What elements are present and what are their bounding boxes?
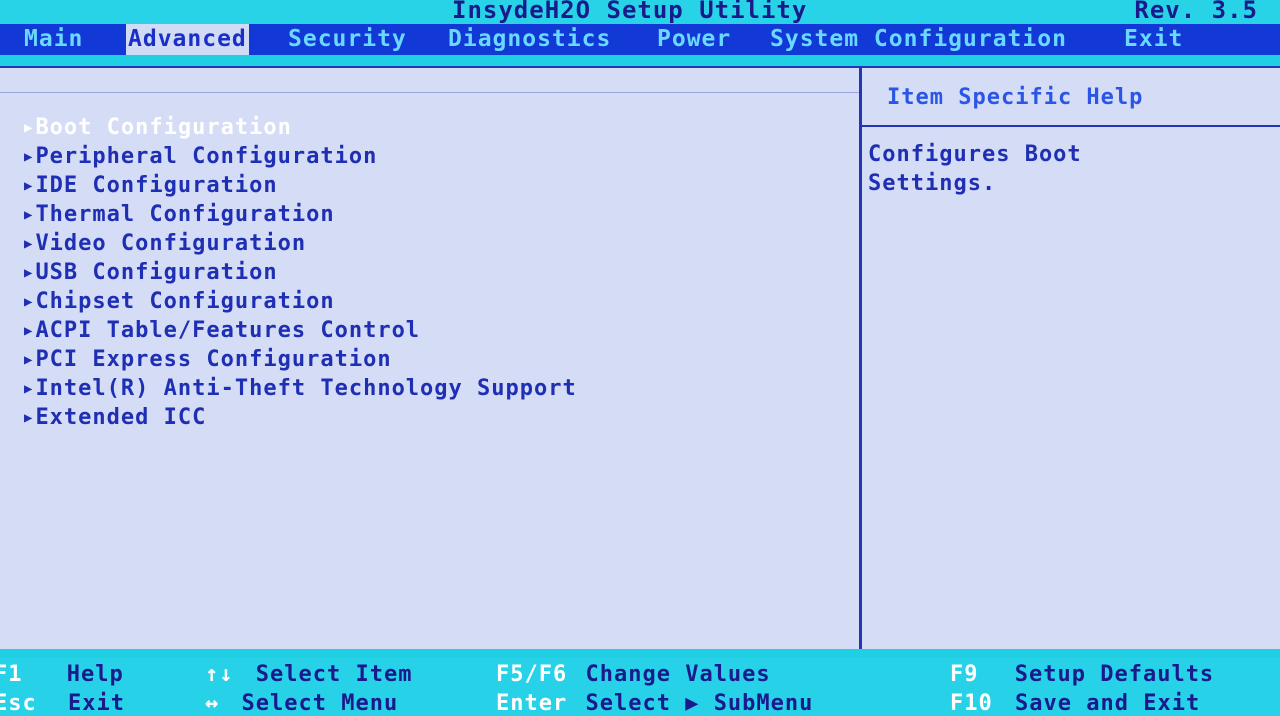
menu-item-chipset-configuration[interactable]: ▶Chipset Configuration <box>24 287 577 316</box>
menu-item-label: ACPI Table/Features Control <box>35 318 421 343</box>
submenu-arrow-icon: ▶ <box>24 323 34 339</box>
submenu-arrow-icon: ▶ <box>24 265 34 281</box>
menu-item-label: USB Configuration <box>35 260 278 285</box>
key-esc: Esc <box>0 691 37 716</box>
menu-item-label: Boot Configuration <box>35 115 292 140</box>
submenu-arrow-icon: ▶ <box>24 352 34 368</box>
hint-save-exit: F10 Save and Exit <box>950 691 1200 716</box>
menu-item-label: PCI Express Configuration <box>35 347 392 372</box>
key-f9: F9 <box>950 662 979 687</box>
submenu-arrow-icon: ▶ <box>24 120 34 136</box>
menu-item-usb-configuration[interactable]: ▶USB Configuration <box>24 258 577 287</box>
help-title: Item Specific Help <box>887 85 1144 110</box>
submenu-arrow-icon: ▶ <box>24 236 34 252</box>
menu-item-boot-configuration[interactable]: ▶Boot Configuration <box>24 113 577 142</box>
submenu-arrow-icon: ▶ <box>24 410 34 426</box>
hint-select-submenu-desc: Select ▶ SubMenu <box>585 691 814 716</box>
submenu-arrow-icon: ▶ <box>24 294 34 310</box>
updown-arrows-icon: ↑↓ <box>205 662 234 687</box>
hint-change-values-desc: Change Values <box>585 662 771 687</box>
leftright-arrows-icon: ↔ <box>205 691 220 716</box>
hint-setup-defaults-desc: Setup Defaults <box>1014 662 1215 687</box>
menu-item-video-configuration[interactable]: ▶Video Configuration <box>24 229 577 258</box>
menu-item-label: Extended ICC <box>35 405 207 430</box>
tab-advanced[interactable]: Advanced <box>126 24 249 55</box>
submenu-arrow-icon: ▶ <box>24 207 34 223</box>
tab-exit[interactable]: Exit <box>1122 24 1185 55</box>
menu-item-ide-configuration[interactable]: ▶IDE Configuration <box>24 171 577 200</box>
help-text-line: Configures Boot <box>868 142 1082 167</box>
hint-esc-desc: Exit <box>68 691 125 716</box>
hint-setup-defaults: F9 Setup Defaults <box>950 662 1214 687</box>
menu-item-pci-express-configuration[interactable]: ▶PCI Express Configuration <box>24 345 577 374</box>
hint-select-item: ↑↓ Select Item <box>205 662 412 687</box>
menu-item-label: Peripheral Configuration <box>35 144 378 169</box>
help-text-line: Settings. <box>868 171 997 196</box>
tab-main[interactable]: Main <box>22 24 85 55</box>
menu-item-label: Thermal Configuration <box>35 202 335 227</box>
menu-item-thermal-configuration[interactable]: ▶Thermal Configuration <box>24 200 577 229</box>
menu-item-extended-icc[interactable]: ▶Extended ICC <box>24 403 577 432</box>
menu-item-label: Intel(R) Anti-Theft Technology Support <box>35 376 577 401</box>
menu-item-intel-anti-theft[interactable]: ▶Intel(R) Anti-Theft Technology Support <box>24 374 577 403</box>
revision-label: Rev. 3.5 <box>1134 0 1258 24</box>
submenu-arrow-icon: ▶ <box>24 149 34 165</box>
submenu-arrow-icon: ▶ <box>24 381 34 397</box>
tab-system-configuration[interactable]: System Configuration <box>768 24 1069 55</box>
key-f5-f6: F5/F6 <box>496 662 568 687</box>
hint-esc: Esc Exit <box>0 691 125 716</box>
hint-select-submenu: Enter Select ▶ SubMenu <box>496 691 813 716</box>
left-panel-divider <box>0 92 860 93</box>
menu-item-label: Video Configuration <box>35 231 307 256</box>
status-bar: F1 Help Esc Exit ↑↓ Select Item ↔ Select… <box>0 658 1280 716</box>
hint-change-values: F5/F6 Change Values <box>496 662 771 687</box>
menu-item-label: IDE Configuration <box>35 173 278 198</box>
main-panel: ▶Boot Configuration ▶Peripheral Configur… <box>0 66 1280 649</box>
tab-power[interactable]: Power <box>655 24 733 55</box>
panel-divider <box>859 68 862 649</box>
tab-diagnostics[interactable]: Diagnostics <box>446 24 613 55</box>
menu-bar: Main Advanced Security Diagnostics Power… <box>0 24 1280 55</box>
advanced-menu-list: ▶Boot Configuration ▶Peripheral Configur… <box>24 113 577 432</box>
hint-save-exit-desc: Save and Exit <box>1015 691 1201 716</box>
menu-item-acpi-table-features-control[interactable]: ▶ACPI Table/Features Control <box>24 316 577 345</box>
hint-f1-desc: Help <box>66 662 124 687</box>
app-title: InsydeH2O Setup Utility <box>452 0 808 24</box>
hint-f1: F1 Help <box>0 662 124 687</box>
hint-select-menu-desc: Select Menu <box>241 691 399 716</box>
tab-security[interactable]: Security <box>286 24 409 55</box>
submenu-arrow-icon: ▶ <box>24 178 34 194</box>
menu-item-peripheral-configuration[interactable]: ▶Peripheral Configuration <box>24 142 577 171</box>
hint-select-item-desc: Select Item <box>255 662 413 687</box>
help-divider <box>862 125 1280 127</box>
hint-select-menu: ↔ Select Menu <box>205 691 398 716</box>
title-bar: InsydeH2O Setup Utility Rev. 3.5 <box>0 0 1280 24</box>
key-f1: F1 <box>0 662 23 687</box>
key-enter: Enter <box>496 691 568 716</box>
menu-item-label: Chipset Configuration <box>35 289 335 314</box>
key-f10: F10 <box>950 691 993 716</box>
